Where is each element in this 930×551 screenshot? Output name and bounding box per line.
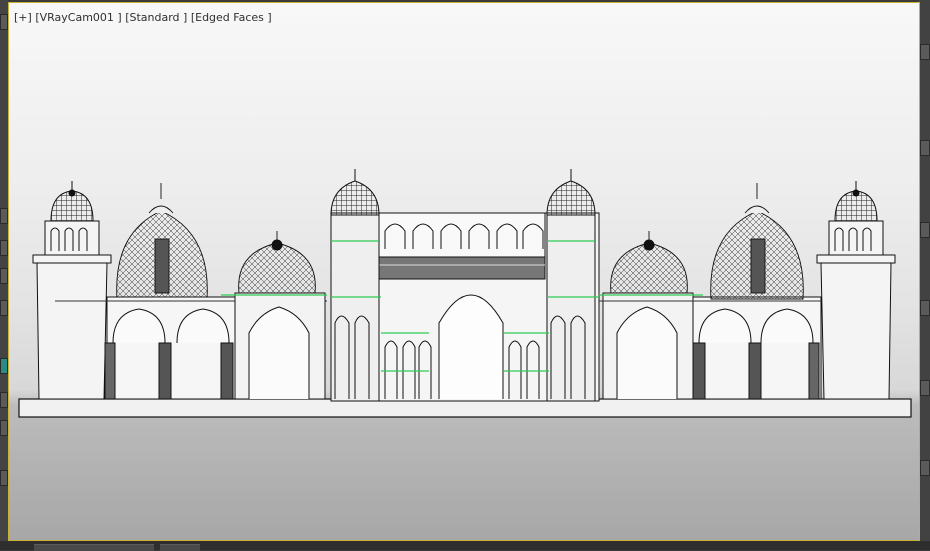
left-panel-handle[interactable] [0,208,8,224]
right-panel-handle[interactable] [920,44,930,60]
right-main-dome [710,183,804,300]
left-panel-handle[interactable] [0,240,8,256]
left-minaret [32,181,112,400]
left-panel-handle[interactable] [0,14,8,30]
right-panel-handle[interactable] [920,140,930,156]
bottom-toolbar-edge [0,541,930,551]
left-panel-handle-active[interactable] [0,358,8,374]
right-minaret [816,181,896,400]
left-panel-handle[interactable] [0,300,8,316]
palace-wireframe-model[interactable] [9,3,919,540]
left-panel-edge [0,0,8,550]
left-pavilion [221,292,327,400]
right-panel-handle[interactable] [920,460,930,476]
base-plinth [18,398,912,418]
right-panel-handle[interactable] [920,300,930,316]
left-small-dome [238,231,316,294]
camera-viewport[interactable]: [+] [VRayCam001 ] [Standard ] [Edged Fac… [8,2,920,541]
left-panel-handle[interactable] [0,470,8,486]
central-gateway [330,169,600,402]
right-panel-handle[interactable] [920,380,930,396]
right-pavilion [599,292,703,400]
left-panel-handle[interactable] [0,420,8,436]
left-panel-handle[interactable] [0,268,8,284]
left-main-dome [116,183,208,300]
right-small-dome [610,231,688,294]
right-panel-handle[interactable] [920,222,930,238]
left-panel-handle[interactable] [0,392,8,408]
